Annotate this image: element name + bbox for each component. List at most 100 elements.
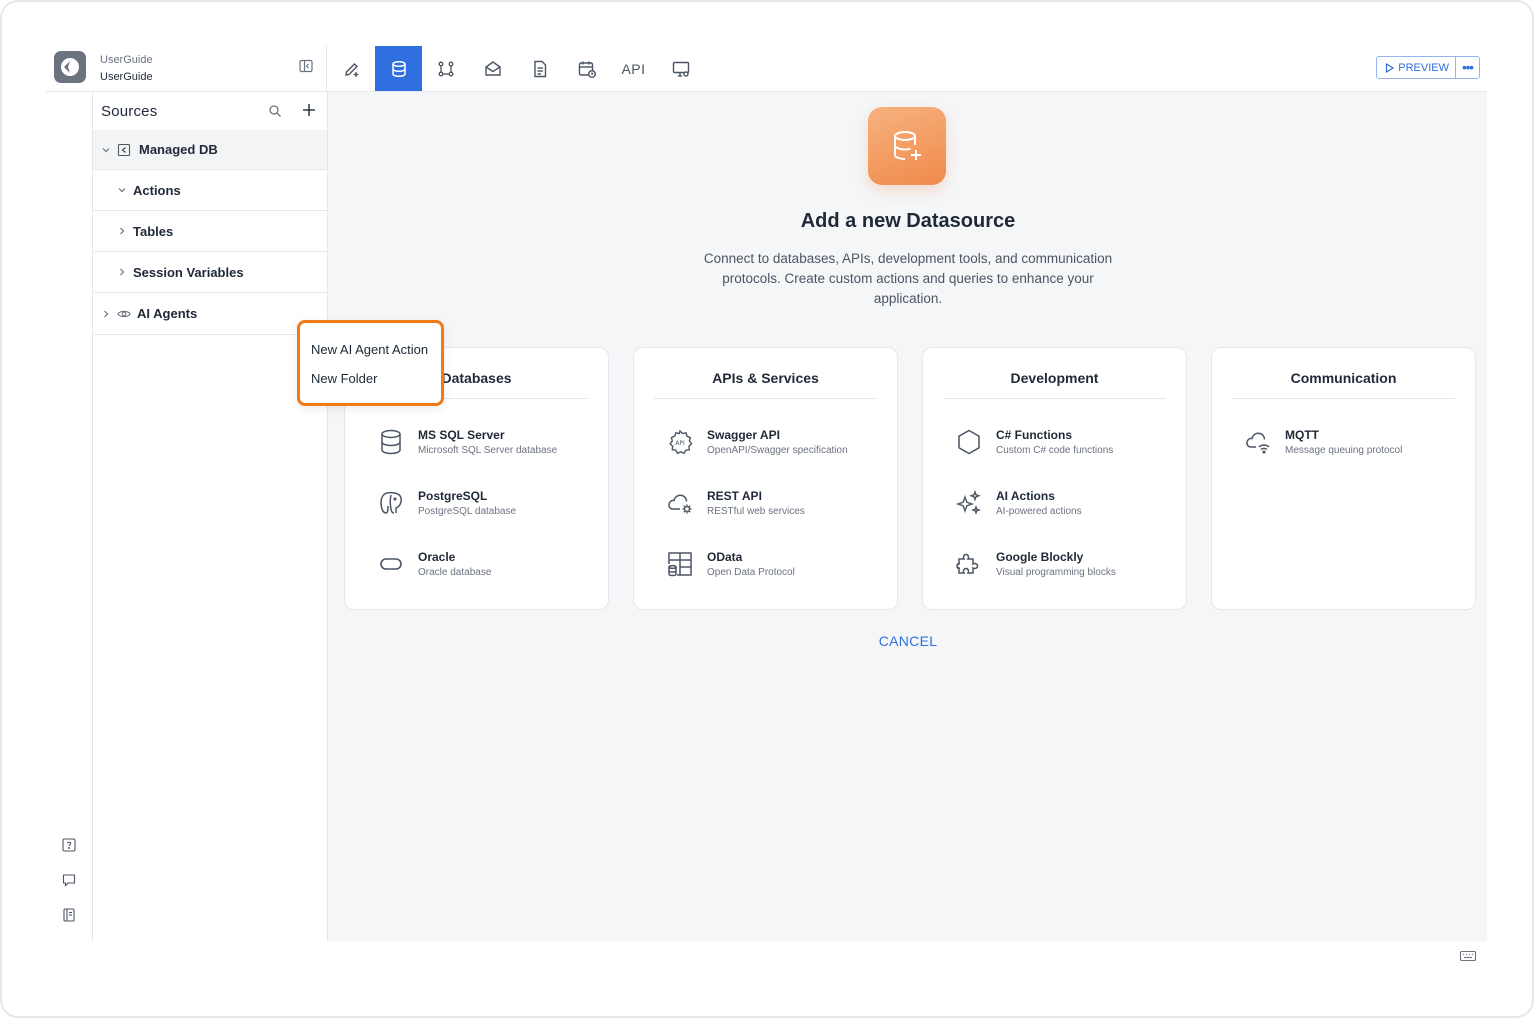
item-desc: AI-powered actions [996,506,1082,517]
item-name: OData [707,550,743,564]
mail-icon [484,60,501,76]
category-cards: Databases MS SQL Server Microsoft SQL Se… [344,347,1476,610]
chevron-down-icon [102,147,110,152]
tab-api-label: API [621,60,646,77]
puzzle-icon [956,553,979,574]
top-bar: UserGuide UserGuide API PREVIEW ••• [46,46,1487,92]
tree-label-actions: Actions [133,182,181,198]
managed-db-icon [117,143,131,156]
tree-item-actions[interactable]: Actions [93,170,327,211]
chevron-right-icon [120,268,125,276]
item-name: PostgreSQL [418,489,488,503]
search-icon[interactable] [268,104,282,118]
card-title: Development [943,370,1166,399]
item-name: MS SQL Server [418,428,505,442]
api-gear-icon: API [669,429,693,455]
app-logo[interactable] [54,51,86,83]
card-communication: Communication MQTT Message queuing proto… [1211,347,1476,610]
card-apis-services: APIs & Services API Swagger API OpenAPI/… [633,347,898,610]
item-mqtt[interactable]: MQTT Message queuing protocol [1242,426,1402,458]
item-desc: Open Data Protocol [707,567,795,578]
database-icon [381,429,401,455]
tab-api[interactable]: API [610,46,657,91]
cloud-wifi-icon [1246,432,1270,454]
item-rest-api[interactable]: REST API RESTful web services [664,487,805,519]
add-source-icon[interactable] [301,102,317,118]
item-ms-sql-server[interactable]: MS SQL Server Microsoft SQL Server datab… [375,426,557,458]
eye-icon [117,310,131,317]
chat-icon[interactable] [61,872,77,888]
page-title: Add a new Datasource [800,210,1016,232]
tab-email[interactable] [469,46,516,91]
item-name: AI Actions [996,489,1055,503]
tab-workflows[interactable] [422,46,469,91]
item-desc: Microsoft SQL Server database [418,445,558,456]
page-subtitle: Connect to databases, APIs, development … [703,251,1113,306]
logo-icon [61,58,79,76]
hexagon-icon [958,429,980,455]
sparkles-icon [955,489,982,516]
tree-item-ai-agents[interactable]: AI Agents [93,293,327,335]
item-csharp-functions[interactable]: C# Functions Custom C# code functions [953,426,1113,458]
hero-database-plus [868,107,946,185]
item-desc: RESTful web services [707,506,805,517]
tree-label-tables: Tables [133,223,174,239]
project-line1: UserGuide [100,54,153,66]
chevron-down-icon [118,188,126,193]
item-desc: OpenAPI/Swagger specification [707,445,848,456]
item-name: REST API [707,489,762,503]
item-desc: Visual programming blocks [996,567,1116,578]
card-title: APIs & Services [654,370,877,399]
item-postgresql[interactable]: PostgreSQL PostgreSQL database [375,487,516,519]
datasource-panel: Add a new Datasource Connect to database… [327,92,1487,941]
card-development: Development C# Functions Custom C# code … [922,347,1187,610]
chevron-right-icon [104,310,109,317]
tree-label-ai-agents: AI Agents [137,306,198,321]
item-name: Google Blockly [996,550,1084,564]
tree-item-tables[interactable]: Tables [93,211,327,252]
help-icon[interactable] [61,837,77,853]
ai-agents-context-menu: New AI Agent Action New Folder [297,320,444,406]
item-desc: Message queuing protocol [1285,445,1403,456]
item-desc: Custom C# code functions [996,445,1114,456]
table-db-icon [668,552,692,577]
item-name: Swagger API [707,428,780,442]
elephant-icon [380,491,402,514]
sidebar-title: Sources [101,102,158,120]
tab-design[interactable] [328,46,375,91]
oracle-icon [380,558,402,570]
item-desc: PostgreSQL database [418,506,517,517]
left-rail [46,92,93,941]
cancel-button[interactable]: CANCEL [328,633,1488,649]
preview-label: PREVIEW [1398,61,1449,74]
tab-datasources[interactable] [375,46,422,91]
toolbar-divider [326,46,327,92]
card-title: Communication [1232,370,1455,399]
menu-item-new-folder[interactable]: New Folder [311,371,377,386]
collapse-sidebar-icon[interactable] [298,58,314,74]
tree-item-session-variables[interactable]: Session Variables [93,252,327,293]
item-ai-actions[interactable]: AI Actions AI-powered actions [953,487,1082,519]
item-google-blockly[interactable]: Google Blockly Visual programming blocks [953,548,1116,580]
preview-button[interactable]: PREVIEW [1377,57,1456,78]
database-icon [391,60,406,77]
database-plus-icon [894,131,921,160]
more-options-button[interactable]: ••• [1456,57,1479,78]
item-odata[interactable]: OData Open Data Protocol [664,548,795,580]
tab-documents[interactable] [516,46,563,91]
keyboard-icon[interactable] [1459,949,1477,963]
monitor-settings-icon [672,61,689,77]
item-oracle[interactable]: Oracle Oracle database [375,548,491,580]
cloud-cog-icon [668,494,692,514]
item-desc: Oracle database [418,567,492,578]
menu-item-new-ai-agent-action[interactable]: New AI Agent Action [311,342,428,357]
item-swagger-api[interactable]: API Swagger API OpenAPI/Swagger specific… [664,426,848,458]
document-icon [533,60,546,77]
book-icon[interactable] [61,907,77,923]
tab-scheduler[interactable] [563,46,610,91]
tree-item-managed-db[interactable]: Managed DB [93,130,327,170]
tab-devices[interactable] [657,46,704,91]
sidebar-header: Sources [93,92,327,130]
play-icon [1386,62,1395,73]
project-line2: UserGuide [100,71,153,83]
